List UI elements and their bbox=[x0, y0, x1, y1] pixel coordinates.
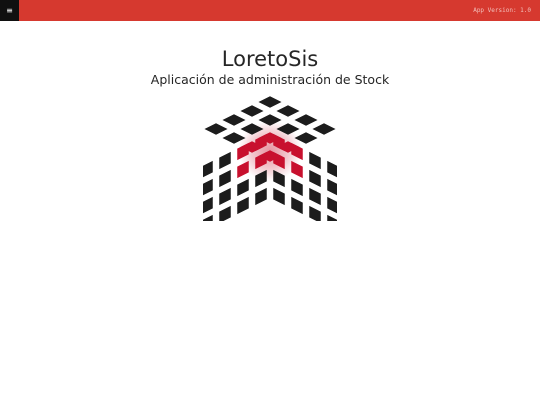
logo-tile bbox=[291, 178, 303, 197]
logo-tile bbox=[255, 187, 267, 206]
cube-grid-logo bbox=[203, 93, 337, 221]
logo-tile bbox=[327, 178, 337, 196]
logo-tile bbox=[240, 105, 264, 117]
logo-tile bbox=[203, 160, 213, 178]
logo-tile bbox=[237, 178, 249, 197]
app-title: LoretoSis bbox=[221, 47, 319, 71]
logo-tile bbox=[309, 187, 321, 206]
logo-tile bbox=[327, 160, 337, 178]
app-version-label: App Version: 1.0 bbox=[473, 7, 531, 14]
logo-tile bbox=[294, 114, 318, 126]
logo-tile bbox=[222, 114, 246, 126]
app-subtitle: Aplicación de administración de Stock bbox=[150, 72, 390, 87]
logo-tile bbox=[219, 187, 231, 206]
logo-tile bbox=[309, 205, 321, 221]
logo-tile bbox=[203, 178, 213, 196]
logo-tile bbox=[219, 205, 231, 221]
hamburger-icon: ≡ bbox=[6, 6, 13, 15]
cube-grid-logo-svg bbox=[203, 96, 337, 221]
logo-tile bbox=[309, 169, 321, 188]
logo-tile bbox=[204, 123, 228, 135]
logo-tile bbox=[273, 187, 285, 206]
logo-tile bbox=[309, 151, 321, 170]
logo-tile bbox=[237, 196, 249, 215]
logo-tile bbox=[327, 214, 337, 221]
logo-tile bbox=[203, 214, 213, 221]
logo-tile bbox=[258, 96, 282, 108]
hamburger-menu-button[interactable]: ≡ bbox=[0, 0, 19, 21]
logo-tile bbox=[219, 169, 231, 188]
app-header: ≡ App Version: 1.0 bbox=[0, 0, 540, 21]
logo-tile bbox=[276, 105, 300, 117]
logo-tile bbox=[291, 196, 303, 215]
logo-tile bbox=[219, 151, 231, 170]
logo-tile bbox=[312, 123, 336, 135]
logo-tile bbox=[327, 196, 337, 214]
logo-tile bbox=[203, 196, 213, 214]
